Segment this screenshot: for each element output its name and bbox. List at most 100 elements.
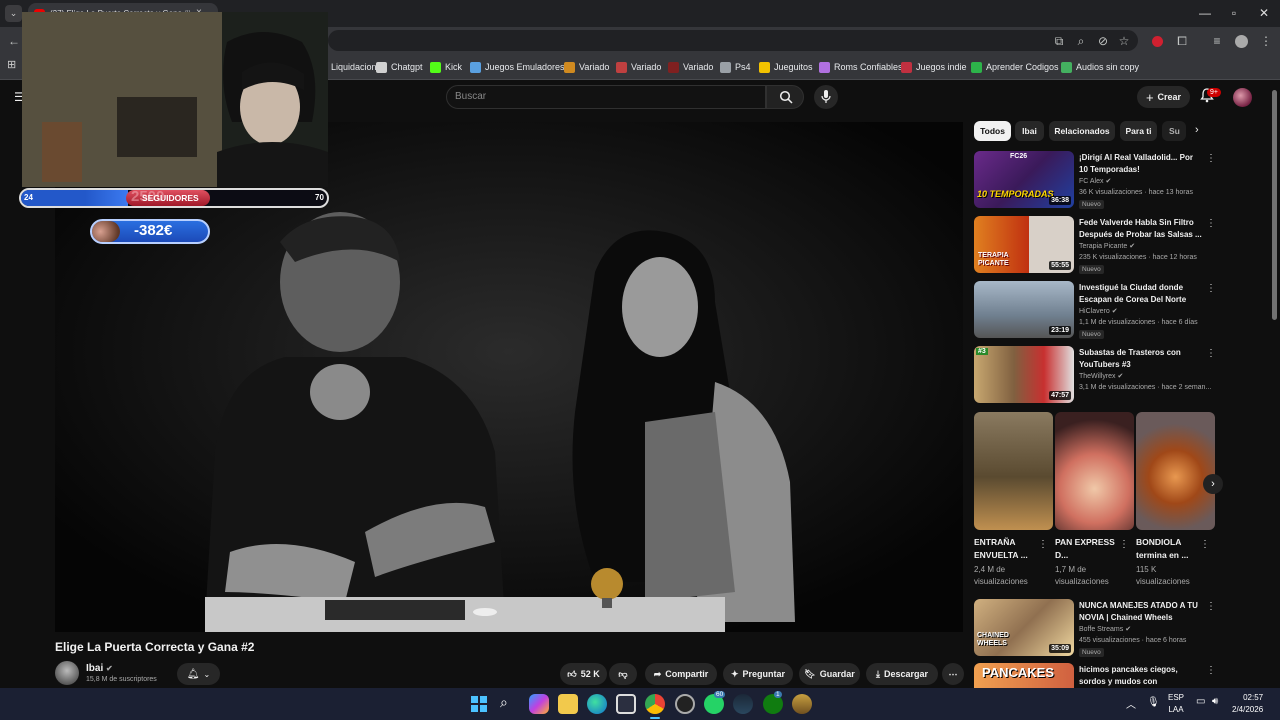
download-button[interactable]: ⤓ Descargar — [866, 663, 938, 685]
chip-relacionados[interactable]: Relacionados — [1049, 121, 1115, 141]
chrome-icon[interactable] — [645, 694, 665, 714]
more-options-icon[interactable]: ⋮ — [1206, 218, 1216, 229]
channel-avatar[interactable] — [55, 661, 79, 685]
bookmark-item[interactable]: Variado — [564, 58, 609, 76]
bookmark-item[interactable]: Kick — [430, 58, 462, 76]
list-item[interactable]: #3 47:57 Subastas de Trasteros con YouTu… — [974, 346, 1236, 403]
share-label: Compartir — [665, 669, 709, 679]
more-options-icon[interactable]: ⋮ — [1206, 601, 1216, 612]
system-clock[interactable]: 02:57 2/4/2026 — [1232, 692, 1263, 716]
eye-off-icon[interactable]: ⊘ — [1095, 33, 1111, 49]
subscription-bell-button[interactable]: 🔔︎ ⌄ — [177, 663, 220, 685]
edge-icon[interactable] — [587, 694, 607, 714]
bookmark-favicon-icon — [819, 61, 830, 73]
bookmark-item[interactable]: Jueguitos — [759, 58, 813, 76]
bookmark-item[interactable]: Chatgpt — [376, 58, 423, 76]
list-item[interactable]: CHAINED WHEELS 35:09 NUNCA MANEJES ATADO… — [974, 599, 1236, 657]
list-item[interactable]: FC26 10 TEMPORADAS 36:38 ¡Dirigí Al Real… — [974, 151, 1236, 209]
apps-grid-icon[interactable]: ⊞ — [7, 59, 19, 71]
like-button[interactable]: 👍︎ 52 K — [560, 663, 607, 685]
short-thumbnail[interactable] — [974, 412, 1053, 530]
chip-todos[interactable]: Todos — [974, 121, 1011, 141]
money-value: -382€ — [134, 222, 173, 239]
bookmark-item[interactable]: Variado — [616, 58, 661, 76]
game-launcher-icon[interactable] — [792, 694, 812, 714]
more-options-icon[interactable]: ⋮ — [1119, 539, 1129, 550]
star-icon[interactable]: ☆ — [1116, 33, 1132, 49]
minimize-button[interactable]: — — [1190, 4, 1220, 22]
goal-progress-fill — [21, 190, 129, 206]
more-options-icon[interactable]: ⋮ — [1206, 153, 1216, 164]
bookmark-label: Audios sin copy — [1076, 62, 1140, 72]
bookmark-item[interactable]: Juegos Emuladores — [470, 58, 565, 76]
address-bar[interactable] — [328, 30, 1138, 51]
bookmark-label: Aprender Codigos — [986, 62, 1059, 72]
voice-search-button[interactable] — [814, 85, 838, 109]
extension-red-icon[interactable] — [1152, 36, 1163, 47]
ask-button[interactable]: ✦ Preguntar — [723, 663, 793, 685]
menu-dots-icon[interactable]: ⋮ — [1258, 33, 1274, 49]
more-options-icon[interactable]: ⋮ — [1038, 539, 1048, 550]
more-options-icon[interactable]: ⋮ — [1206, 283, 1216, 294]
cast-icon[interactable]: ⧉ — [1051, 33, 1067, 49]
more-options-icon[interactable]: ⋮ — [1206, 665, 1216, 676]
chip-partial[interactable]: Su — [1162, 121, 1186, 141]
close-window-button[interactable]: ✕ — [1249, 4, 1279, 22]
search-button[interactable] — [766, 85, 804, 109]
share-button[interactable]: ➦ Compartir — [645, 663, 717, 685]
short-title: BONDIOLA termina en ... — [1136, 537, 1189, 560]
list-item[interactable]: TERAPIA PICANTE 55:55 Fede Valverde Habl… — [974, 216, 1236, 274]
verified-icon: ✔ — [106, 664, 113, 673]
create-button[interactable]: + Crear — [1137, 86, 1190, 108]
more-options-icon[interactable]: ⋮ — [1200, 539, 1210, 550]
search-input[interactable]: Buscar — [446, 85, 766, 109]
chip-para-ti[interactable]: Para ti — [1120, 121, 1157, 141]
maximize-button[interactable]: ▫ — [1219, 4, 1249, 22]
shorts-next-arrow-icon[interactable]: › — [1203, 474, 1223, 494]
search-icon — [779, 90, 793, 104]
bookmark-item[interactable]: Ps4 — [720, 58, 751, 76]
language-indicator[interactable]: ESP LAA — [1168, 692, 1184, 716]
bookmark-item[interactable]: Audios sin copy — [1061, 58, 1139, 76]
video-thumbnail: 23:19 — [974, 281, 1074, 338]
bookmark-item[interactable]: Aprender Codigos — [971, 58, 1059, 76]
back-arrow-icon[interactable]: ← — [6, 33, 22, 49]
microphone-tray-icon[interactable]: 🎙︎ — [1147, 697, 1160, 708]
channel-name[interactable]: Ibai ✔ — [86, 663, 113, 674]
zoom-icon[interactable]: ⌕ — [1073, 33, 1089, 49]
bookmark-item[interactable]: Juegos indie — [901, 58, 967, 76]
short-thumbnail[interactable] — [1136, 412, 1215, 530]
steam-icon[interactable] — [733, 694, 753, 714]
short-thumbnail[interactable] — [1055, 412, 1134, 530]
more-actions-button[interactable]: ⋯ — [942, 663, 964, 685]
bookmark-favicon-icon — [901, 61, 912, 73]
bookmark-item[interactable]: Roms Confiables — [819, 58, 903, 76]
page-scrollbar[interactable] — [1272, 90, 1277, 320]
bookmark-favicon-icon — [668, 61, 679, 73]
obs-icon[interactable] — [675, 694, 695, 714]
list-item[interactable]: PANCAKES hicimos pancakes ciegos, sordos… — [974, 663, 1236, 688]
list-item[interactable]: 23:19 Investigué la Ciudad donde Escapan… — [974, 281, 1236, 339]
network-icon[interactable]: ▭ — [1196, 696, 1205, 707]
tray-chevron-up-icon[interactable]: ︿ — [1126, 696, 1136, 711]
volume-icon[interactable]: 🔊︎ — [1212, 696, 1218, 707]
account-avatar[interactable] — [1233, 88, 1252, 107]
save-button[interactable]: 🔖︎ Guardar — [799, 663, 860, 685]
more-options-icon[interactable]: ⋮ — [1206, 348, 1216, 359]
store-icon[interactable] — [616, 694, 636, 714]
dislike-button[interactable]: 👎︎ — [609, 663, 637, 685]
windows-taskbar: ⌕ 60 1 ︿ 🎙︎ ESP LAA ▭ 🔊︎ 02:57 2/4/2026 — [0, 688, 1280, 720]
search-icon[interactable]: ⌕ — [500, 694, 508, 711]
active-app-indicator — [650, 717, 660, 719]
profile-avatar[interactable] — [1235, 35, 1248, 48]
chips-next-arrow-icon[interactable]: › — [1195, 124, 1199, 136]
windows-start-icon[interactable] — [471, 696, 487, 712]
chip-ibai[interactable]: Ibai — [1015, 121, 1044, 141]
tab-list-button[interactable]: ⌄ — [5, 5, 22, 22]
notification-count-badge: 9+ — [1207, 88, 1221, 97]
copilot-icon[interactable] — [529, 694, 549, 714]
reading-list-icon[interactable]: ≡ — [1209, 33, 1225, 49]
bookmark-item[interactable]: Variado — [668, 58, 713, 76]
extensions-puzzle-icon[interactable]: ⧠ — [1174, 33, 1190, 49]
file-explorer-icon[interactable] — [558, 694, 578, 714]
